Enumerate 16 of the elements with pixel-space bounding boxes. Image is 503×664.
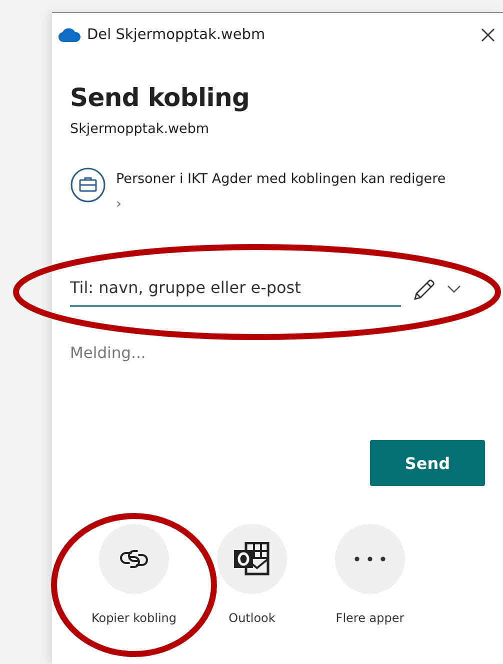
cloud-icon — [58, 28, 81, 42]
dialog-heading: Send kobling — [70, 83, 251, 112]
window-title: Del Skjermopptak.webm — [87, 27, 266, 43]
link-icon — [119, 548, 149, 570]
send-button[interactable]: Send — [370, 440, 485, 486]
close-icon[interactable] — [481, 28, 495, 42]
mail-app-icon — [233, 542, 271, 576]
briefcase-icon — [70, 167, 106, 203]
more-icon — [353, 556, 387, 562]
file-name: Skjermopptak.webm — [70, 121, 210, 137]
app-label: Kopier kobling — [91, 611, 177, 625]
chevron-down-icon[interactable] — [447, 285, 461, 294]
permission-link[interactable]: Personer i IKT Agder med koblingen kan redigere › — [116, 167, 446, 217]
app-label: Flere apper — [336, 611, 404, 625]
pencil-icon[interactable] — [413, 278, 435, 300]
app-label: Outlook — [228, 611, 276, 625]
